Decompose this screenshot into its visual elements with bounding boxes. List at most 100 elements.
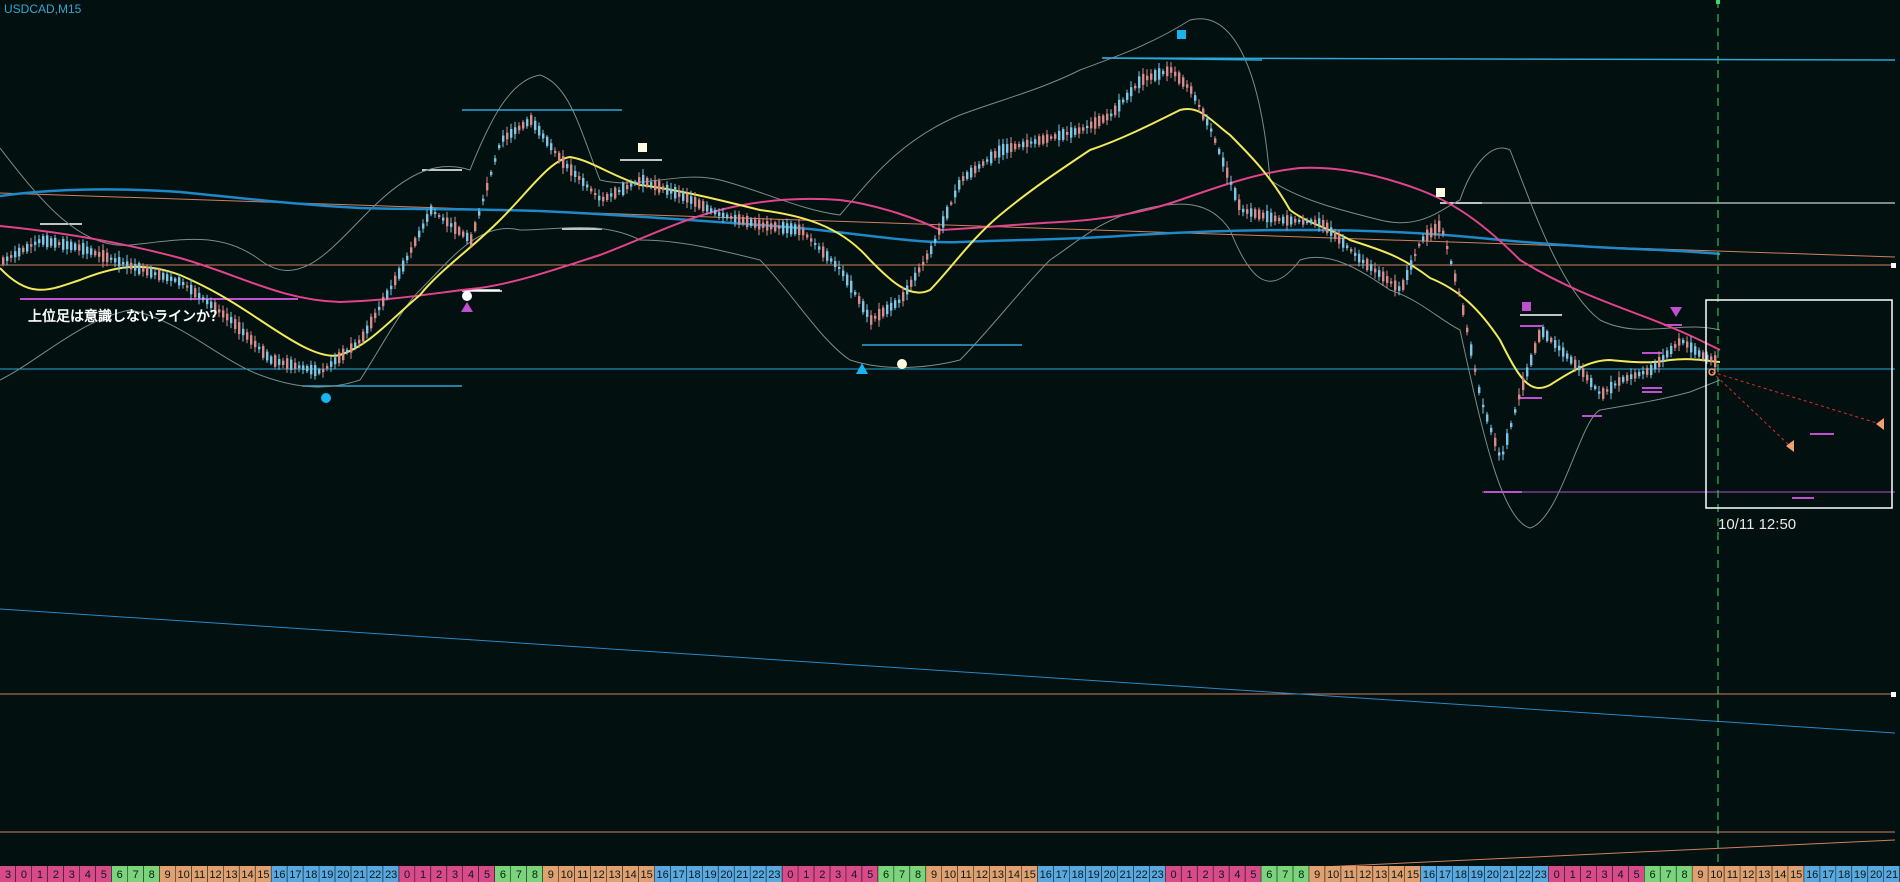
candle-body: [450, 223, 453, 227]
candle-body: [926, 253, 929, 260]
candle-body: [790, 223, 793, 235]
x-tick-label: 2: [1586, 869, 1592, 881]
candle-body: [106, 252, 109, 263]
x-tick-label: 4: [1234, 869, 1240, 881]
x-tick-label: 5: [1250, 869, 1256, 881]
x-tick-label: 20: [1870, 869, 1882, 881]
x-tick-label: 7: [133, 869, 139, 881]
candle-body: [1102, 115, 1105, 123]
chart-annotation[interactable]: 上位足は意識しないラインか？: [28, 306, 224, 326]
candle-body: [1538, 330, 1541, 342]
x-tick-label: 6: [1266, 869, 1272, 881]
x-tick-label: 11: [1727, 869, 1738, 881]
candle-body: [110, 257, 113, 260]
trendline-blue-down[interactable]: [0, 608, 1896, 734]
candle-body: [834, 261, 837, 267]
signal-square-blue-1[interactable]: [1177, 30, 1186, 39]
candle-body: [882, 307, 885, 317]
candle-body: [382, 296, 385, 307]
signal-square-white-1[interactable]: [638, 143, 647, 152]
x-tick-label: 10: [177, 869, 189, 881]
candle-body: [286, 358, 289, 370]
signal-square-white-2[interactable]: [1436, 188, 1445, 197]
candle-body: [846, 274, 849, 286]
candle-body: [1462, 305, 1465, 315]
candle-body: [1594, 385, 1597, 389]
candle-body: [470, 234, 473, 246]
candle-body: [454, 222, 457, 234]
x-tick-label: 9: [548, 869, 554, 881]
x-tick-label: 16: [1423, 869, 1435, 881]
candle-body: [1658, 356, 1661, 368]
candle-body: [1398, 286, 1401, 291]
candle-body: [1090, 121, 1093, 129]
x-tick-label: 17: [289, 869, 301, 881]
candle-body: [1410, 260, 1413, 270]
signal-square-purple-1[interactable]: [1522, 302, 1531, 311]
forecast-box[interactable]: [1705, 299, 1893, 509]
candle-body: [1158, 68, 1161, 80]
x-tick-label: 22: [1135, 869, 1147, 881]
candle-body: [1182, 77, 1185, 87]
candle-body: [1230, 181, 1233, 185]
candle-body: [1630, 374, 1633, 379]
candle-body: [438, 215, 441, 217]
candle-body: [950, 202, 953, 205]
candle-body: [1274, 215, 1277, 222]
candle-body: [270, 356, 273, 364]
candle-body: [1094, 117, 1097, 129]
candle-body: [1454, 273, 1457, 282]
trendline-orange-up[interactable]: [1299, 839, 1896, 869]
candle-body: [998, 145, 1001, 158]
candle-body: [670, 189, 673, 194]
signal-circle-white-2[interactable]: [897, 359, 907, 369]
candle-body: [1414, 253, 1417, 257]
candle-body: [1434, 223, 1437, 236]
reference-lines: [0, 57, 1896, 869]
candle-body: [546, 136, 549, 146]
candle-body: [1634, 372, 1637, 379]
x-tick-label: 1: [37, 869, 43, 881]
candle-body: [710, 208, 713, 212]
candle-body: [966, 172, 969, 179]
signal-markers: [321, 30, 1682, 403]
signal-triangle-purple-2[interactable]: [1670, 307, 1682, 317]
candle-body: [118, 257, 121, 267]
chart-window[interactable]: 3 0 1 2 3 4 5 6 7 8 9 10 11 12 13 14 15 16 17 18 19 20 21 22 23 0…: [0, 0, 1900, 882]
candle-body: [786, 223, 789, 234]
candle-body: [134, 263, 137, 271]
candle-body: [238, 322, 241, 334]
x-tick-label: 15: [640, 869, 652, 881]
signal-triangle-purple-1[interactable]: [461, 302, 473, 312]
candle-body: [1042, 135, 1045, 144]
signal-circle-white-1[interactable]: [462, 291, 472, 301]
candle-body: [146, 266, 149, 276]
candle-body: [902, 292, 905, 302]
candle-body: [646, 177, 649, 187]
x-tick-label: 13: [1375, 869, 1387, 881]
x-tick-label: 15: [1407, 869, 1419, 881]
x-tick-label: 5: [1634, 869, 1640, 881]
candle-body: [538, 125, 541, 136]
candle-body: [1450, 260, 1453, 264]
candle-body: [1470, 344, 1473, 356]
candle-body: [26, 243, 29, 252]
candle-body: [910, 279, 913, 287]
candle-body: [586, 184, 589, 188]
price-chart[interactable]: 3 0 1 2 3 4 5 6 7 8 9 10 11 12 13 14 15 16 17 18 19 20 21 22 23 0…: [0, 0, 1900, 882]
candle-body: [1166, 66, 1169, 77]
candle-body: [154, 272, 157, 276]
candle-body: [1602, 388, 1605, 399]
candle-body: [1206, 118, 1209, 126]
candle-body: [474, 222, 477, 232]
candle-body: [822, 246, 825, 258]
x-tick-label: 11: [960, 869, 971, 881]
candle-body: [978, 164, 981, 169]
candle-body: [1390, 281, 1393, 284]
candle-body: [718, 212, 721, 216]
candle-body: [506, 132, 509, 140]
x-tick-label: 14: [241, 869, 253, 881]
signal-circle-blue-1[interactable]: [321, 393, 331, 403]
candle-body: [130, 262, 133, 270]
x-tick-label: 13: [1758, 869, 1770, 881]
